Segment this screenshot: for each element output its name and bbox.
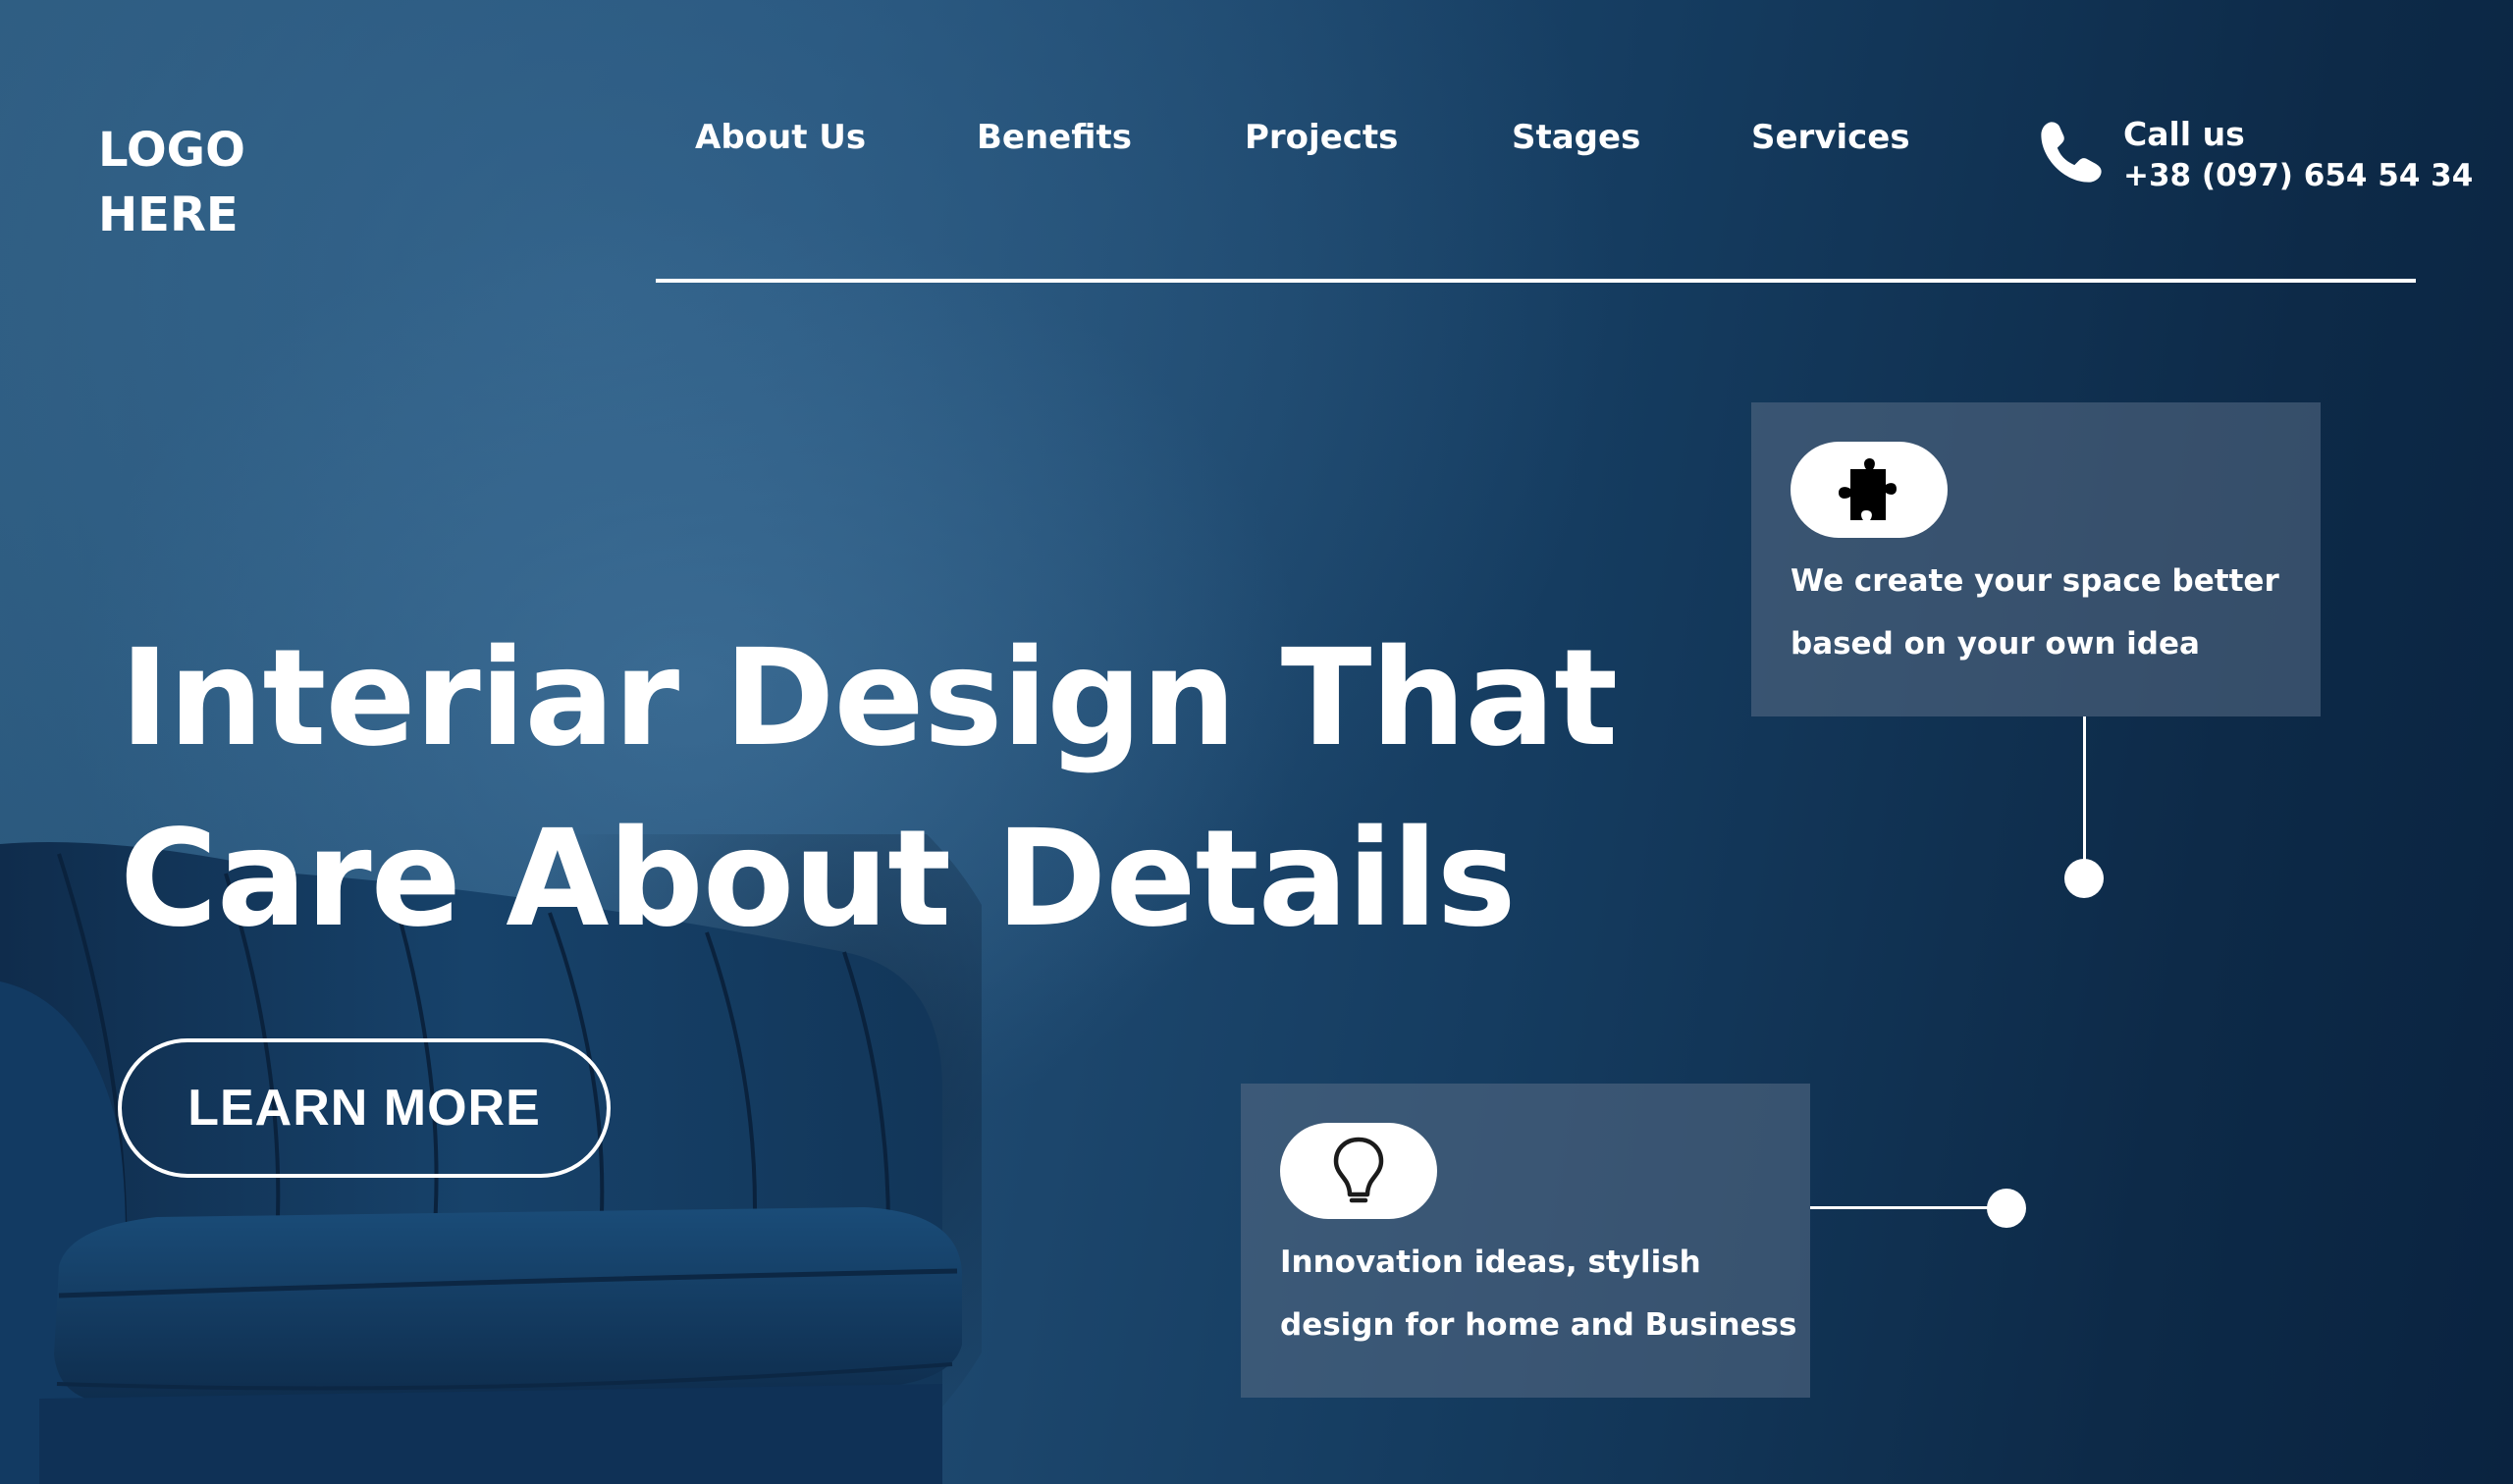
header-divider bbox=[656, 279, 2416, 283]
feature-line-1: Innovation ideas, stylish bbox=[1280, 1245, 1701, 1280]
feature-line-1: We create your space better bbox=[1791, 563, 2279, 599]
feature-line-2: design for home and Business bbox=[1280, 1307, 1797, 1343]
feature-line-2: based on your own idea bbox=[1791, 626, 2200, 662]
call-us-text: Call us +38 (097) 654 54 34 bbox=[2123, 113, 2473, 195]
logo-line-2: HERE bbox=[98, 187, 239, 242]
phone-icon bbox=[2041, 122, 2102, 183]
card-1-connector-dot bbox=[2064, 859, 2104, 898]
nav-item-stages[interactable]: Stages bbox=[1512, 118, 1640, 157]
nav-item-about-us[interactable]: About Us bbox=[695, 118, 866, 157]
card-1-connector-line bbox=[2083, 716, 2086, 879]
hero-title: Interiar Design That Care About Details bbox=[120, 609, 1618, 970]
nav-item-benefits[interactable]: Benefits bbox=[977, 118, 1132, 157]
learn-more-button[interactable]: LEARN MORE bbox=[118, 1038, 611, 1178]
nav-item-projects[interactable]: Projects bbox=[1245, 118, 1398, 157]
feature-icon-badge bbox=[1280, 1123, 1437, 1219]
feature-card-innovation: Innovation ideas, stylish design for hom… bbox=[1241, 1084, 1810, 1398]
lightbulb-icon bbox=[1333, 1137, 1384, 1203]
hero-page: LOGO HERE About Us Benefits Projects Sta… bbox=[0, 0, 2513, 1484]
hero-title-line-1: Interiar Design That bbox=[120, 621, 1618, 776]
logo[interactable]: LOGO HERE bbox=[98, 118, 245, 247]
phone-number[interactable]: +38 (097) 654 54 34 bbox=[2123, 156, 2473, 195]
logo-line-1: LOGO bbox=[98, 123, 245, 178]
puzzle-piece-icon bbox=[1839, 458, 1897, 520]
card-2-connector-line bbox=[1810, 1206, 2006, 1209]
nav-item-services[interactable]: Services bbox=[1751, 118, 1910, 157]
feature-icon-badge bbox=[1791, 442, 1948, 538]
hero-title-line-2: Care About Details bbox=[120, 802, 1517, 957]
call-us-label: Call us bbox=[2123, 115, 2245, 153]
feature-text-innovation: Innovation ideas, stylish design for hom… bbox=[1280, 1231, 1796, 1356]
card-2-connector-dot bbox=[1987, 1189, 2026, 1228]
feature-text-space: We create your space better based on you… bbox=[1791, 550, 2279, 675]
feature-card-space: We create your space better based on you… bbox=[1751, 402, 2321, 716]
